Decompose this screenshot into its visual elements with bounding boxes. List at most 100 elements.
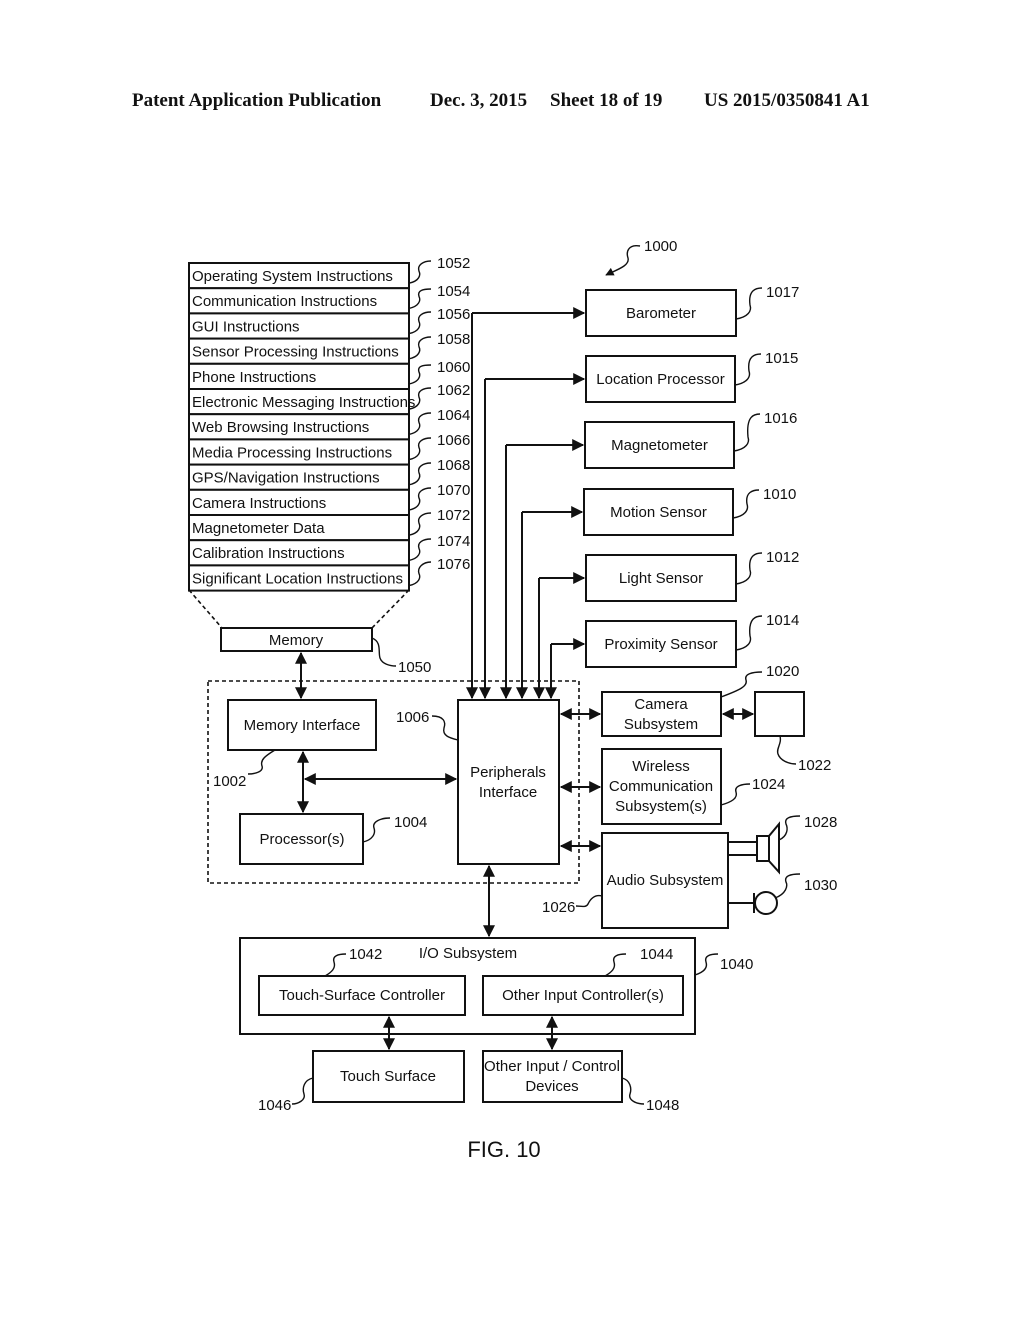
ref-1040: 1040 [720, 956, 753, 973]
peripherals-label-line2: Interface [479, 784, 537, 801]
memory-item-label: Sensor Processing Instructions [192, 344, 399, 361]
touch-surface-block[interactable]: Touch Surface [312, 1050, 465, 1103]
memory-item-label: Calibration Instructions [192, 545, 345, 562]
sensor-label: Proximity Sensor [604, 636, 717, 653]
memory-item-ref: 1074 [437, 533, 470, 550]
memory-item-label: Media Processing Instructions [192, 444, 392, 461]
ref-1022: 1022 [798, 757, 831, 774]
ref-1030: 1030 [804, 877, 837, 894]
memory-item-label: Communication Instructions [192, 293, 377, 310]
memory-interface-block[interactable]: Memory Interface [227, 699, 377, 751]
memory-item-ref: 1056 [437, 306, 470, 323]
memory-expansion-line-left [188, 589, 223, 629]
memory-item-ref: 1062 [437, 382, 470, 399]
sensor-ref: 1017 [766, 284, 799, 301]
ref-1048: 1048 [646, 1097, 679, 1114]
memory-item[interactable]: Operating System Instructions 1052 [188, 255, 470, 290]
sensor-block[interactable]: Location Processor 1015 [585, 350, 798, 403]
other-input-devices-block[interactable]: Other Input / Control Devices [482, 1050, 623, 1103]
sensor-block[interactable]: Proximity Sensor 1014 [585, 612, 799, 668]
wireless-label-line3: Subsystem(s) [615, 798, 707, 815]
camera-label-line1: Camera [634, 696, 688, 713]
sensor-label: Magnetometer [611, 437, 708, 454]
audio-label: Audio Subsystem [607, 872, 724, 889]
memory-item-label: Camera Instructions [192, 495, 326, 512]
memory-block[interactable]: Memory [220, 627, 373, 652]
memory-item[interactable]: Phone Instructions 1060 [188, 359, 470, 390]
ref-1026: 1026 [542, 899, 575, 916]
wireless-label-line1: Wireless [632, 758, 690, 775]
ref-1024: 1024 [752, 776, 785, 793]
sensor-ref: 1016 [764, 410, 797, 427]
sensor-block[interactable]: Motion Sensor 1010 [583, 486, 796, 536]
other-controller-label: Other Input Controller(s) [502, 987, 664, 1004]
peripherals-interface-block[interactable]: Peripherals Interface [457, 699, 560, 865]
sensor-label: Motion Sensor [610, 504, 707, 521]
ref-1000: 1000 [644, 238, 677, 255]
memory-item-label: Electronic Messaging Instructions [192, 394, 415, 411]
speaker-icon [728, 821, 780, 875]
wireless-label-line2: Communication [609, 778, 713, 795]
memory-item-ref: 1072 [437, 507, 470, 524]
sensor-label: Light Sensor [619, 570, 703, 587]
touch-surface-controller-block[interactable]: Touch-Surface Controller [258, 975, 466, 1016]
ref-1006: 1006 [396, 709, 429, 726]
sensor-block[interactable]: Barometer 1017 [585, 284, 799, 337]
figure-caption: FIG. 10 [467, 1137, 540, 1162]
memory-item-ref: 1054 [437, 283, 470, 300]
memory-item-label: Significant Location Instructions [192, 570, 403, 587]
memory-item-ref: 1068 [437, 457, 470, 474]
memory-item-ref: 1066 [437, 432, 470, 449]
ref-1028: 1028 [804, 814, 837, 831]
sensor-label: Location Processor [596, 371, 724, 388]
other-devices-label-line1: Other Input / Control [484, 1058, 620, 1075]
touch-controller-label: Touch-Surface Controller [279, 987, 445, 1004]
io-title: I/O Subsystem [419, 945, 517, 962]
memory-item-ref: 1060 [437, 359, 470, 376]
memory-item-ref: 1052 [437, 255, 470, 272]
other-devices-label-line2: Devices [525, 1078, 578, 1095]
camera-label-line2: Subsystem [624, 716, 698, 733]
peripherals-label-line1: Peripherals [470, 764, 546, 781]
sensor-label: Barometer [626, 305, 696, 322]
optical-sensor-block[interactable] [754, 691, 805, 737]
memory-item-ref: 1070 [437, 482, 470, 499]
memory-item-label: Magnetometer Data [192, 520, 325, 537]
ref-1050: 1050 [398, 659, 431, 676]
wireless-subsystem-block[interactable]: Wireless Communication Subsystem(s) [601, 748, 722, 825]
memory-expansion-line-right [371, 589, 410, 629]
sensor-block[interactable]: Light Sensor 1012 [585, 549, 799, 602]
memory-item-label: Web Browsing Instructions [192, 419, 369, 436]
memory-label: Memory [269, 632, 324, 649]
other-input-controller-block[interactable]: Other Input Controller(s) [482, 975, 684, 1016]
ref-1044: 1044 [640, 946, 673, 963]
memory-item[interactable]: Communication Instructions 1054 [188, 283, 470, 315]
touch-surface-label: Touch Surface [340, 1068, 436, 1085]
memory-item-ref: 1058 [437, 331, 470, 348]
ref-1004: 1004 [394, 814, 427, 831]
sensor-block[interactable]: Magnetometer 1016 [584, 410, 797, 469]
sensor-ref: 1015 [765, 350, 798, 367]
memory-item-label: GPS/Navigation Instructions [192, 470, 380, 487]
memory-item-label: Operating System Instructions [192, 268, 393, 285]
ref-1020: 1020 [766, 663, 799, 680]
microphone-icon [728, 891, 778, 915]
system-reference: 1000 [605, 238, 677, 276]
processor-block[interactable]: Processor(s) [239, 813, 364, 865]
sensor-ref: 1014 [766, 612, 799, 629]
sensor-group: Barometer 1017 Location Processor 1015 Magne… [466, 284, 799, 700]
ref-1046: 1046 [258, 1097, 291, 1114]
memory-item-ref: 1076 [437, 556, 470, 573]
sensor-ref: 1012 [766, 549, 799, 566]
memory-item-ref: 1064 [437, 407, 470, 424]
block-diagram: 1000 Operating System Instructions 1052 Co… [188, 238, 837, 1162]
ref-1002: 1002 [213, 773, 246, 790]
audio-subsystem-block[interactable]: Audio Subsystem [601, 832, 729, 929]
memory-item-label: GUI Instructions [192, 318, 300, 335]
ref-1042: 1042 [349, 946, 382, 963]
memory-instruction-stack: Operating System Instructions 1052 Communi… [188, 255, 470, 592]
processor-label: Processor(s) [259, 831, 344, 848]
sensor-ref: 1010 [763, 486, 796, 503]
memory-item-label: Phone Instructions [192, 369, 316, 386]
camera-subsystem-block[interactable]: Camera Subsystem [601, 691, 722, 737]
